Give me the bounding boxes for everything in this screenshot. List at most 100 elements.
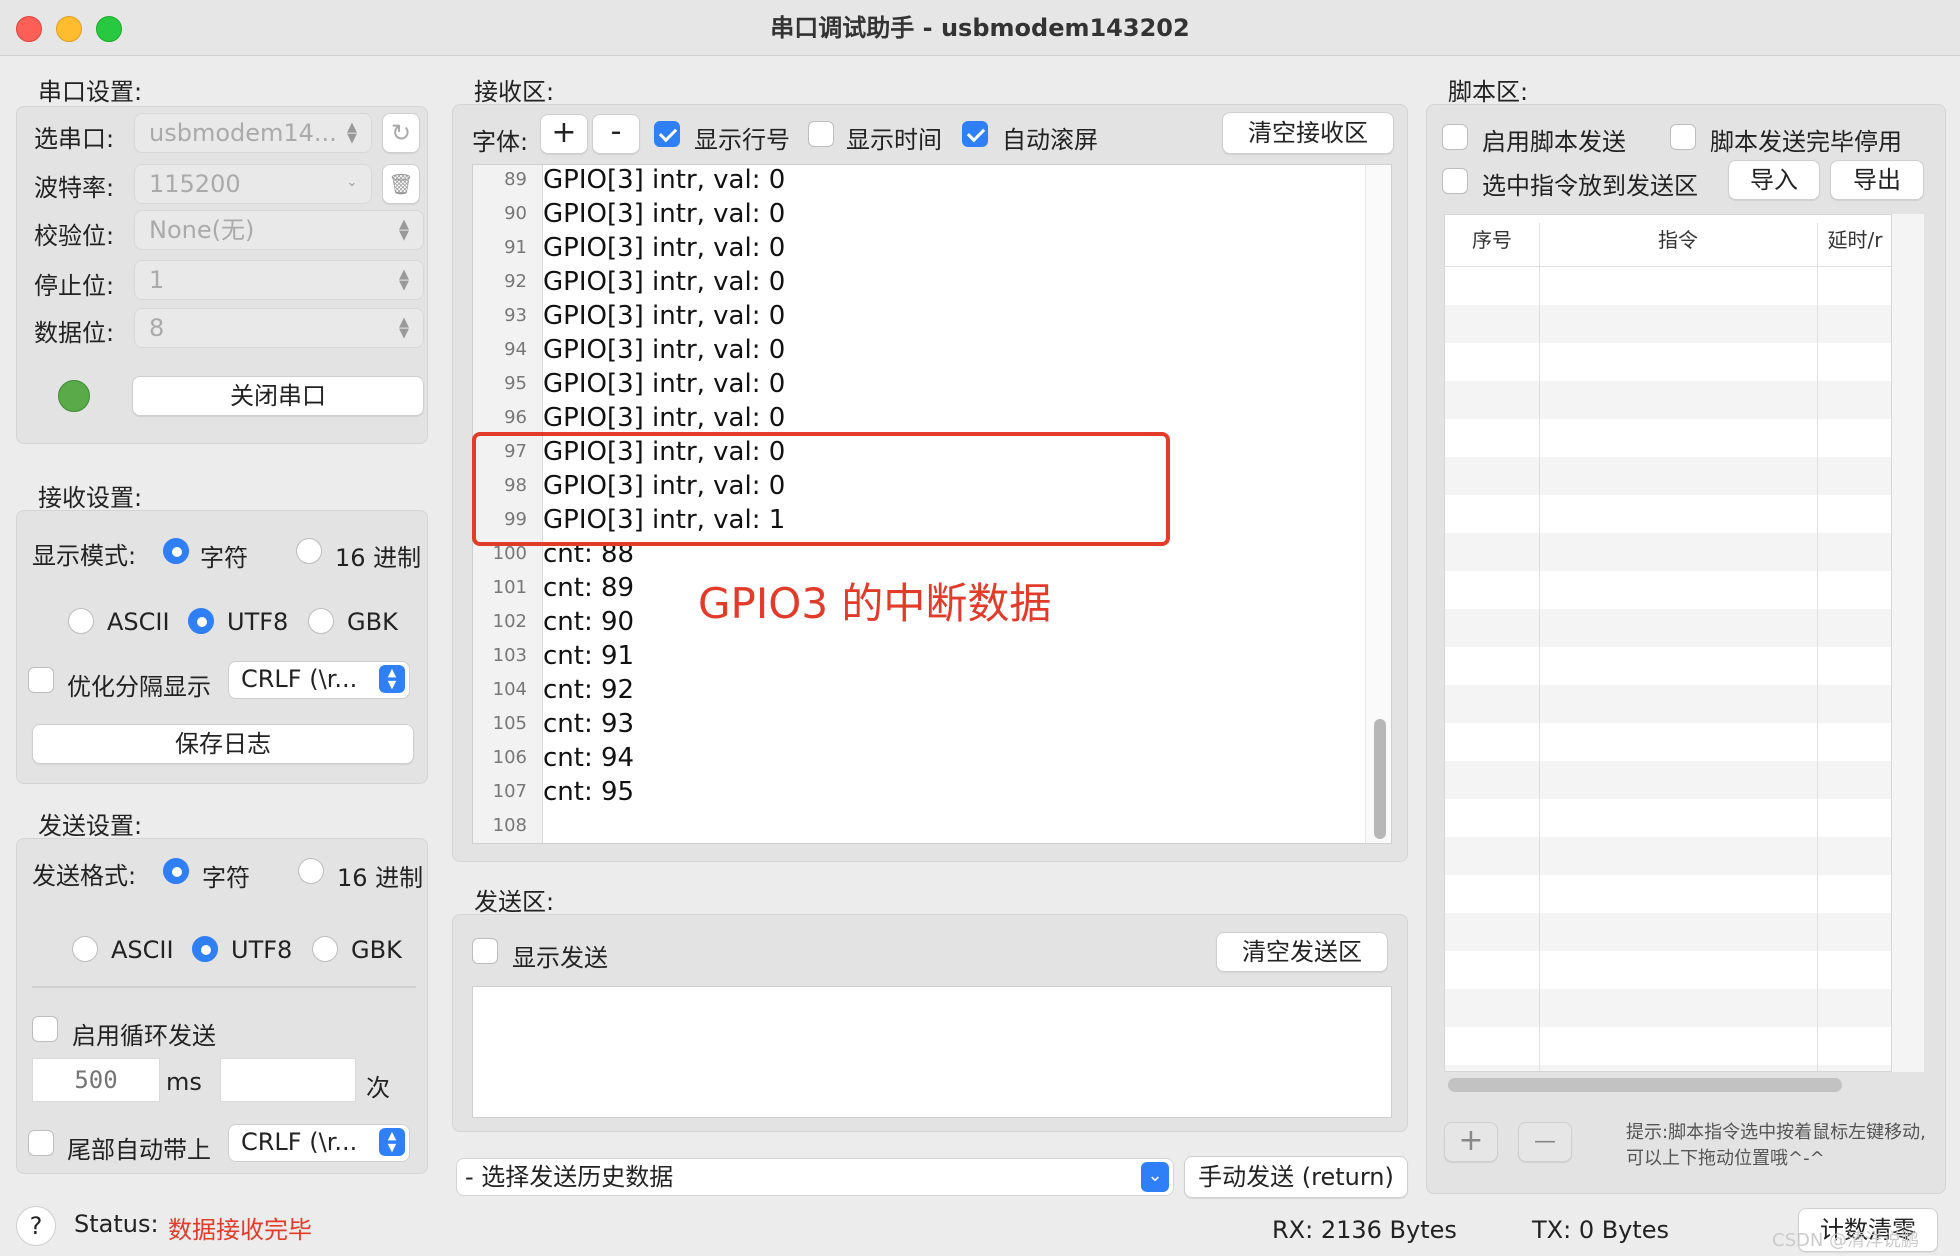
script-table-row[interactable] [1445, 799, 1891, 837]
script-table-row[interactable] [1445, 381, 1891, 419]
script-table-row[interactable] [1445, 1065, 1891, 1071]
interval-input[interactable] [32, 1058, 160, 1102]
recv-hex-label: 16 进制 [335, 544, 422, 572]
column-header-index[interactable]: 序号 [1445, 215, 1539, 265]
data-bits-select[interactable]: 8 ▲ ▼ [134, 308, 424, 348]
line-number: 96 [504, 407, 527, 428]
receive-line-text: GPIO[3] intr, val: 0 [543, 369, 786, 399]
column-header-delay[interactable]: 延时/r [1817, 215, 1891, 265]
script-table-row[interactable] [1445, 305, 1891, 343]
send-utf8-radio[interactable] [192, 936, 218, 962]
auto-scroll-checkbox[interactable] [962, 121, 988, 147]
script-table[interactable]: 序号 指令 延时/r [1444, 214, 1892, 1072]
script-table-row[interactable] [1445, 267, 1891, 305]
send-char-radio[interactable] [163, 858, 189, 884]
script-table-row[interactable] [1445, 989, 1891, 1027]
send-utf8-label: UTF8 [231, 936, 293, 964]
send-char-label: 字符 [202, 864, 250, 892]
script-table-row[interactable] [1445, 495, 1891, 533]
line-number: 92 [504, 271, 527, 292]
script-table-row[interactable] [1445, 571, 1891, 609]
tail-auto-checkbox[interactable] [28, 1130, 54, 1156]
receive-scrollbar-track[interactable] [1365, 165, 1391, 843]
script-table-row[interactable] [1445, 761, 1891, 799]
trash-icon[interactable]: 🗑 [382, 164, 420, 204]
recv-utf8-radio[interactable] [188, 608, 214, 634]
save-log-button[interactable]: 保存日志 [32, 724, 414, 764]
line-number: 107 [492, 781, 527, 802]
loop-send-checkbox[interactable] [32, 1016, 58, 1042]
manual-send-button[interactable]: 手动发送 (return) [1184, 1156, 1408, 1198]
close-port-button[interactable]: 关闭串口 [132, 376, 424, 416]
script-area-title: 脚本区: [1448, 78, 1529, 106]
clear-receive-button[interactable]: 清空接收区 [1222, 112, 1394, 154]
show-line-numbers-checkbox[interactable] [654, 121, 680, 147]
send-hex-radio[interactable] [298, 858, 324, 884]
script-table-row[interactable] [1445, 723, 1891, 761]
column-header-command[interactable]: 指令 [1539, 215, 1817, 265]
remove-script-button[interactable]: — [1518, 1122, 1572, 1162]
show-time-checkbox[interactable] [808, 121, 834, 147]
optimize-display-checkbox[interactable] [28, 667, 54, 693]
port-value: usbmodem14... [149, 119, 337, 147]
send-history-select[interactable]: - 选择发送历史数据 ⌄ [456, 1158, 1174, 1196]
watermark: CSDN @清洋说鹏 [1772, 1230, 1920, 1251]
export-button[interactable]: 导出 [1830, 160, 1924, 200]
recv-ascii-radio[interactable] [68, 608, 94, 634]
add-script-button[interactable]: + [1444, 1122, 1498, 1162]
send-line-end-select[interactable]: CRLF (\r... ▲ ▼ [228, 1124, 410, 1162]
clear-send-button[interactable]: 清空发送区 [1216, 932, 1388, 972]
script-table-row[interactable] [1445, 609, 1891, 647]
script-table-row[interactable] [1445, 875, 1891, 913]
receive-line-text: cnt: 89 [543, 573, 635, 603]
font-increase-button[interactable]: + [540, 114, 588, 154]
recv-ascii-label: ASCII [107, 608, 170, 636]
send-line-end-value: CRLF (\r... [241, 1128, 358, 1156]
refresh-port-icon[interactable]: ↻ [382, 113, 420, 153]
send-ascii-label: ASCII [111, 936, 174, 964]
import-button[interactable]: 导入 [1728, 160, 1820, 200]
column-divider [1817, 223, 1818, 1071]
script-table-row[interactable] [1445, 837, 1891, 875]
recv-hex-radio[interactable] [296, 538, 322, 564]
port-select[interactable]: usbmodem14... ▲ ▼ [134, 113, 372, 153]
optimize-display-label: 优化分隔显示 [67, 673, 211, 701]
ms-label: ms [166, 1068, 202, 1096]
script-horizontal-scrollbar[interactable] [1448, 1078, 1842, 1092]
script-table-row[interactable] [1445, 419, 1891, 457]
send-gbk-radio[interactable] [312, 936, 338, 962]
parity-select[interactable]: None(无) ▲ ▼ [134, 210, 424, 250]
show-send-checkbox[interactable] [472, 938, 498, 964]
script-table-row[interactable] [1445, 533, 1891, 571]
stop-bits-select[interactable]: 1 ▲ ▼ [134, 260, 424, 300]
recv-char-radio[interactable] [163, 538, 189, 564]
recv-gbk-radio[interactable] [308, 608, 334, 634]
rx-counter: RX: 2136 Bytes [1272, 1216, 1457, 1244]
stop-after-script-checkbox[interactable] [1670, 124, 1696, 150]
script-table-row[interactable] [1445, 913, 1891, 951]
script-table-row[interactable] [1445, 647, 1891, 685]
receive-settings-title: 接收设置: [38, 484, 143, 512]
script-table-row[interactable] [1445, 1027, 1891, 1065]
recv-line-end-select[interactable]: CRLF (\r... ▲ ▼ [228, 661, 410, 699]
status-label: Status: [74, 1210, 159, 1238]
receive-line-text: GPIO[3] intr, val: 0 [543, 267, 786, 297]
send-ascii-radio[interactable] [72, 936, 98, 962]
repeat-count-input[interactable] [220, 1058, 356, 1102]
line-number: 102 [492, 611, 527, 632]
enable-script-checkbox[interactable] [1442, 124, 1468, 150]
send-settings-title: 发送设置: [38, 812, 143, 840]
script-table-row[interactable] [1445, 343, 1891, 381]
help-button[interactable]: ? [16, 1206, 56, 1246]
put-selected-checkbox[interactable] [1442, 168, 1468, 194]
receive-scrollbar-thumb[interactable] [1374, 719, 1386, 839]
receive-line-text: cnt: 90 [543, 607, 635, 637]
send-text-area[interactable] [472, 986, 1392, 1118]
script-table-row[interactable] [1445, 457, 1891, 495]
divider [32, 986, 416, 988]
script-table-row[interactable] [1445, 685, 1891, 723]
baud-select[interactable]: 115200 ⌄ [134, 164, 372, 204]
script-table-row[interactable] [1445, 951, 1891, 989]
font-decrease-button[interactable]: - [592, 114, 640, 154]
updown-arrows-icon: ▲ ▼ [399, 267, 409, 293]
